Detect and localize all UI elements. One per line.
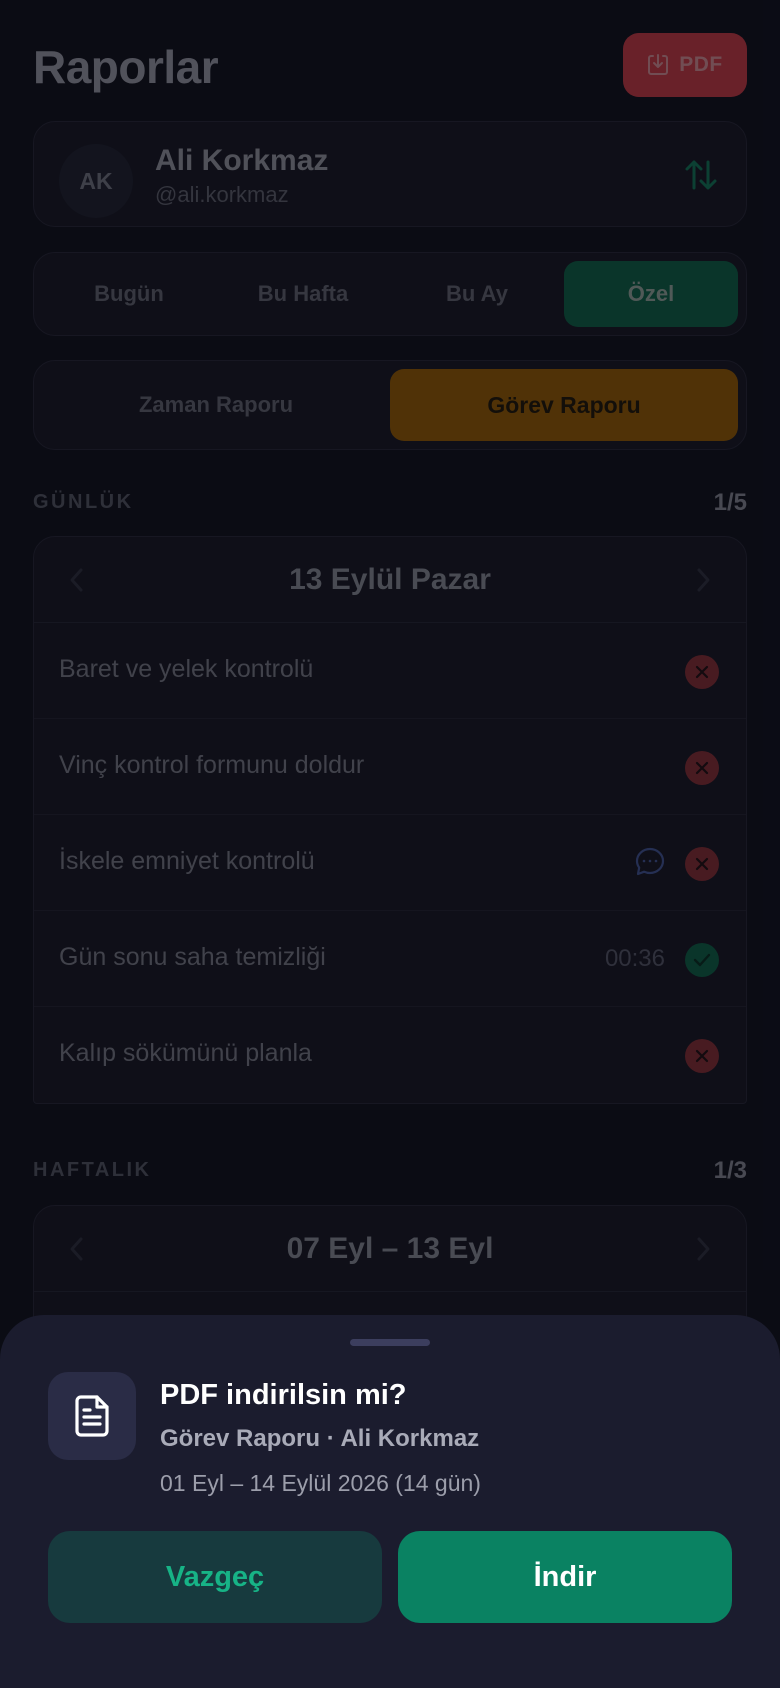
cancel-button[interactable]: Vazgeç: [48, 1531, 382, 1623]
pdf-confirm-sheet: PDF indirilsin mi? Görev Raporu · Ali Ko…: [0, 1315, 780, 1688]
sheet-grabber[interactable]: [350, 1339, 430, 1346]
sheet-title: PDF indirilsin mi?: [160, 1379, 407, 1411]
document-icon: [48, 1372, 136, 1460]
download-button[interactable]: İndir: [398, 1531, 732, 1623]
sheet-date-range: 01 Eyl – 14 Eylül 2026 (14 gün): [160, 1470, 481, 1496]
sheet-subtitle: Görev Raporu · Ali Korkmaz: [160, 1425, 480, 1452]
reports-screen: Raporlar PDF AK Ali Korkmaz @ali.korkmaz…: [0, 0, 780, 1688]
